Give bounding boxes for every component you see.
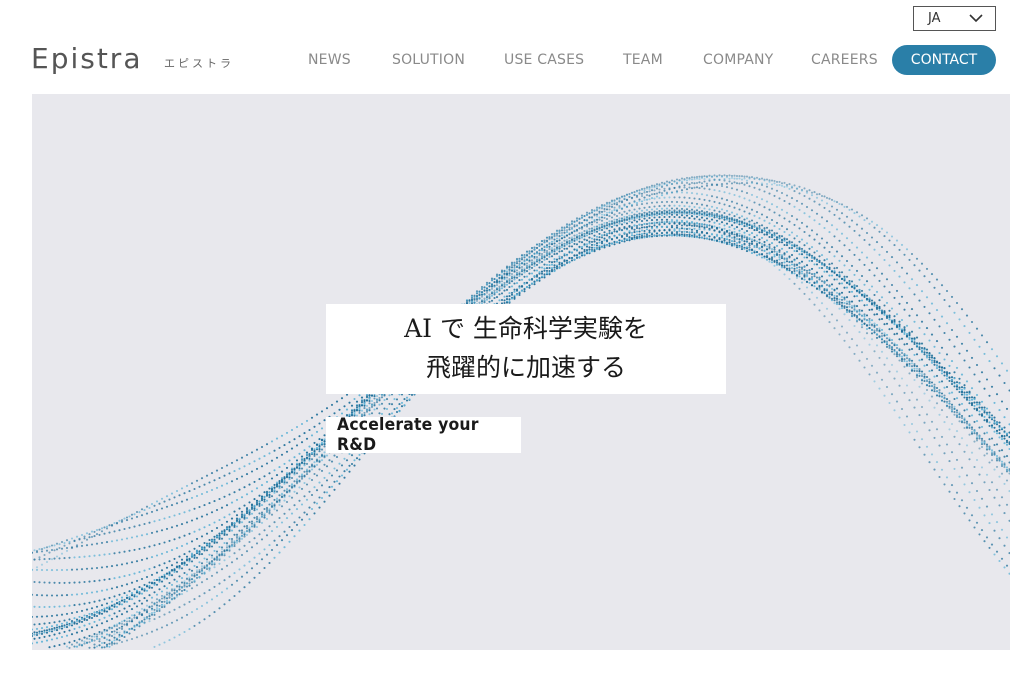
contact-button[interactable]: CONTACT: [892, 45, 996, 75]
nav-use-cases[interactable]: USE CASES: [504, 52, 584, 68]
nav-careers[interactable]: CAREERS: [811, 52, 878, 68]
nav-news[interactable]: NEWS: [308, 52, 351, 68]
headline-line-1: AI で 生命科学実験を: [404, 314, 648, 344]
headline-line-2: 飛躍的に加速する: [425, 353, 626, 382]
language-value: JA: [928, 11, 941, 26]
logo[interactable]: Epistra: [31, 42, 142, 75]
nav-company[interactable]: COMPANY: [703, 52, 773, 68]
language-select[interactable]: JA: [913, 6, 996, 31]
nav-team[interactable]: TEAM: [623, 52, 663, 68]
tagline-box: Accelerate your R&D: [326, 415, 522, 455]
hero-banner: AI で 生命科学実験を 飛躍的に加速する Accelerate your R&…: [32, 94, 1010, 650]
nav-solution[interactable]: SOLUTION: [392, 52, 465, 68]
tagline: Accelerate your R&D: [337, 415, 479, 455]
headline-box: AI で 生命科学実験を 飛躍的に加速する: [326, 304, 726, 394]
chevron-down-icon: [969, 14, 983, 23]
logo-kana: エピストラ: [164, 57, 234, 70]
